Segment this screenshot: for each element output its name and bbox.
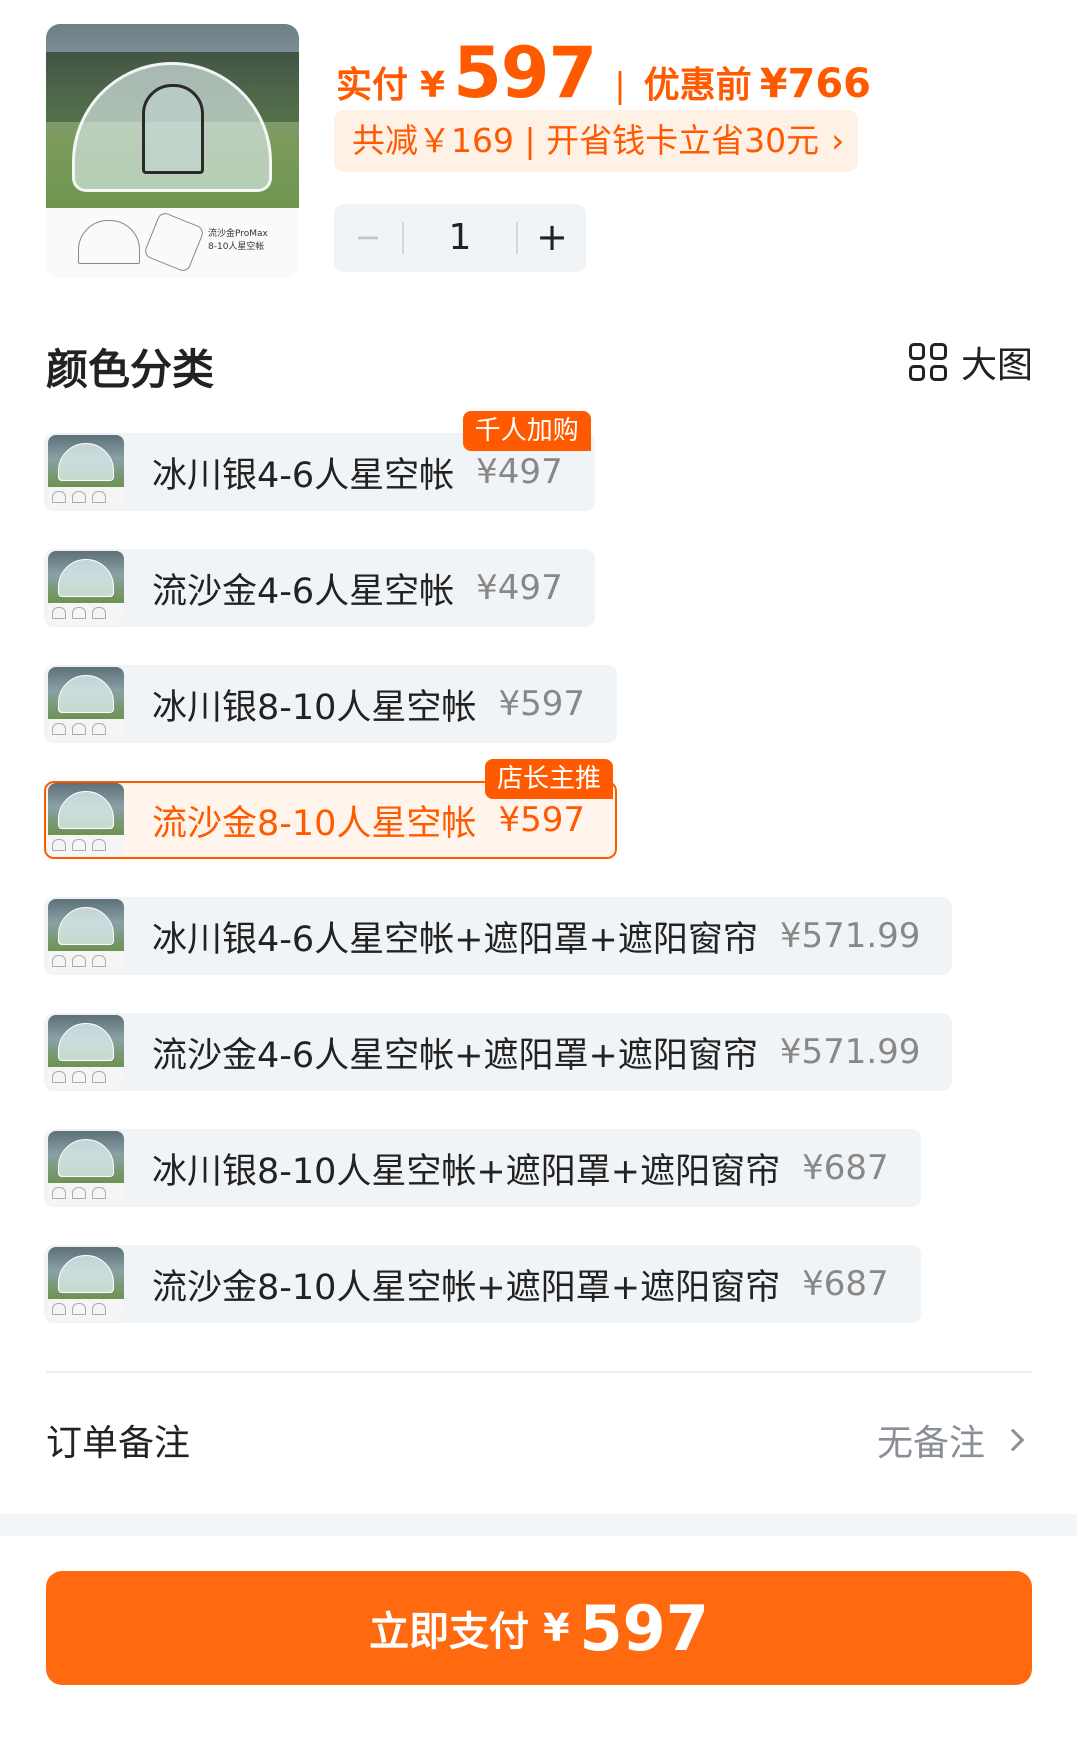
option-price: ¥597: [498, 800, 585, 840]
option-item[interactable]: 冰川银4-6人星空帐+遮阳罩+遮阳窗帘 ¥571.99: [44, 897, 953, 975]
quantity-stepper: − 1 +: [334, 204, 586, 272]
option-name: 流沙金8-10人星空帐: [152, 803, 477, 844]
chevron-right-icon: ›: [831, 121, 845, 160]
big-image-label: 大图: [960, 345, 1033, 386]
remark-label: 订单备注: [46, 1423, 191, 1464]
quantity-value[interactable]: 1: [402, 204, 518, 272]
discount-chip[interactable]: 共减￥169 | 开省钱卡立省30元 ›: [334, 110, 858, 172]
paid-label: 实付: [336, 65, 409, 106]
option-price: ¥687: [802, 1264, 889, 1304]
option-price: ¥687: [802, 1148, 889, 1188]
discount-text: 共减￥169 | 开省钱卡立省30元: [352, 121, 820, 160]
option-name: 流沙金4-6人星空帐+遮阳罩+遮阳窗帘: [152, 1035, 758, 1076]
option-thumbnail: [48, 551, 124, 625]
price-separator: |: [614, 66, 626, 106]
option-item[interactable]: 流沙金8-10人星空帐 ¥597 店长主推: [44, 759, 617, 859]
original-price-label: 优惠前: [643, 65, 752, 106]
decrement-button[interactable]: −: [334, 204, 402, 272]
section-title: 颜色分类: [46, 345, 215, 394]
pay-button-currency: ¥: [543, 1606, 570, 1650]
divider: [46, 1371, 1032, 1373]
option-price: ¥571.99: [779, 916, 921, 956]
option-item[interactable]: 流沙金4-6人星空帐+遮阳罩+遮阳窗帘 ¥571.99: [44, 1013, 953, 1091]
option-item[interactable]: 冰川银4-6人星空帐 ¥497 千人加购: [44, 411, 595, 511]
option-thumbnail: [48, 1131, 124, 1205]
remark-value: 无备注: [876, 1423, 985, 1464]
paid-currency: ¥: [420, 65, 446, 106]
grid-icon: [908, 343, 947, 381]
option-name: 冰川银4-6人星空帐+遮阳罩+遮阳窗帘: [152, 919, 758, 960]
increment-button[interactable]: +: [518, 204, 586, 272]
section-separator: [0, 1514, 1077, 1536]
product-diagram: 流沙金ProMax 8-10人星空帐: [46, 208, 299, 278]
option-thumbnail: [48, 667, 124, 741]
option-item[interactable]: 冰川银8-10人星空帐 ¥597: [44, 665, 617, 743]
option-name: 流沙金4-6人星空帐: [152, 571, 455, 612]
option-thumbnail: [48, 1247, 124, 1321]
option-price: ¥497: [476, 568, 563, 608]
option-price: ¥571.99: [779, 1032, 921, 1072]
option-thumbnail: [48, 1015, 124, 1089]
remark-field[interactable]: 无备注: [876, 1414, 1025, 1466]
option-thumbnail: [48, 435, 124, 509]
pay-now-button[interactable]: 立即支付 ¥ 597: [46, 1571, 1032, 1685]
product-caption-line1: 流沙金ProMax: [208, 229, 268, 239]
option-item[interactable]: 流沙金4-6人星空帐 ¥497: [44, 549, 595, 627]
paid-amount: 597: [453, 32, 597, 114]
option-thumbnail: [48, 783, 124, 857]
product-thumbnail[interactable]: 流沙金ProMax 8-10人星空帐: [46, 24, 299, 278]
pay-button-amount: 597: [579, 1591, 709, 1665]
product-photo: [46, 24, 299, 208]
chevron-right-icon: [1001, 1428, 1025, 1452]
option-badge: 千人加购: [462, 411, 591, 451]
option-item[interactable]: 流沙金8-10人星空帐+遮阳罩+遮阳窗帘 ¥687: [44, 1245, 921, 1323]
option-name: 流沙金8-10人星空帐+遮阳罩+遮阳窗帘: [152, 1267, 781, 1308]
option-item[interactable]: 冰川银8-10人星空帐+遮阳罩+遮阳窗帘 ¥687: [44, 1129, 921, 1207]
pay-button-label: 立即支付: [369, 1609, 530, 1655]
big-image-toggle[interactable]: 大图: [908, 340, 1033, 386]
option-name: 冰川银8-10人星空帐: [152, 687, 477, 728]
price-summary: 实付 ¥ 597 | 优惠前 ¥766: [336, 32, 871, 114]
option-name: 冰川银4-6人星空帐: [152, 455, 455, 496]
option-name: 冰川银8-10人星空帐+遮阳罩+遮阳窗帘: [152, 1151, 781, 1192]
option-price: ¥597: [498, 684, 585, 724]
product-caption-line2: 8-10人星空帐: [208, 242, 265, 252]
option-thumbnail: [48, 899, 124, 973]
original-price: ¥766: [759, 61, 872, 107]
option-price: ¥497: [476, 452, 563, 492]
option-badge: 店长主推: [484, 759, 613, 799]
